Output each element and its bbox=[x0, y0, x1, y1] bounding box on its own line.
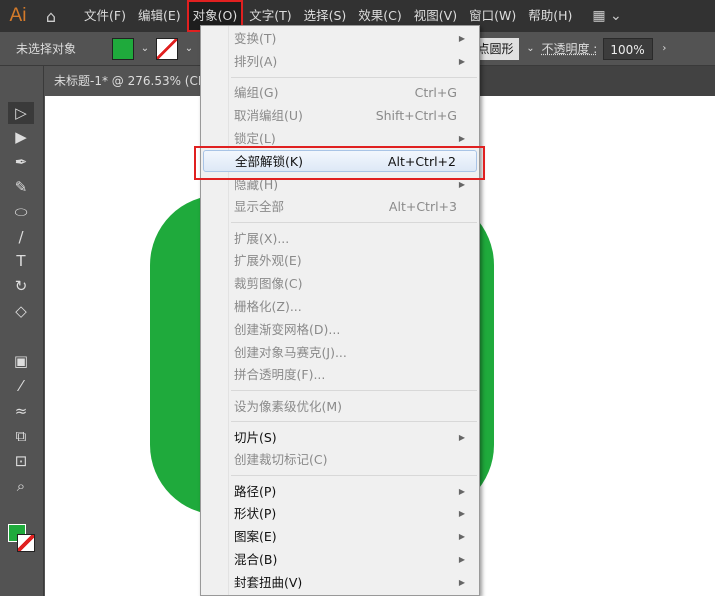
menu-item[interactable]: 取消编组(U) Shift+Ctrl+G bbox=[203, 105, 477, 127]
menu-item[interactable]: 裁剪图像(C) bbox=[203, 273, 477, 295]
menu-item-label: 编组(G) bbox=[234, 85, 279, 100]
menu-edit[interactable]: 编辑(E) bbox=[132, 0, 187, 32]
menu-item-label: 混合(B) bbox=[234, 552, 278, 567]
selection-status: 未选择对象 bbox=[16, 42, 77, 56]
zoom-tool-icon[interactable]: ⌕ bbox=[8, 475, 34, 497]
selection-tool-icon[interactable]: ▷ bbox=[8, 102, 34, 124]
menu-item[interactable]: 图案(E) ▶ bbox=[203, 526, 477, 548]
menu-item[interactable]: 扩展外观(E) bbox=[203, 250, 477, 272]
menu-item[interactable]: 形状(P) ▶ bbox=[203, 503, 477, 525]
menu-separator bbox=[231, 222, 477, 223]
chevron-down-icon[interactable]: ⌄ bbox=[523, 43, 537, 54]
submenu-arrow-icon: ▶ bbox=[458, 555, 465, 564]
menu-item[interactable]: 创建对象马赛克(J)... bbox=[203, 342, 477, 364]
type-tool-icon[interactable]: T bbox=[8, 250, 34, 272]
paintbrush-tool-icon[interactable]: / bbox=[8, 226, 34, 248]
submenu-arrow-icon: ▶ bbox=[458, 34, 465, 43]
app-logo: Ai bbox=[9, 5, 27, 26]
menu-item[interactable]: 切片(S) ▶ bbox=[203, 427, 477, 449]
menu-separator bbox=[231, 421, 477, 422]
menu-item[interactable]: 封套扭曲(V) ▶ bbox=[203, 572, 477, 594]
menu-item-label: 创建渐变网格(D)... bbox=[234, 322, 341, 337]
menu-item-label: 拼合透明度(F)... bbox=[234, 367, 326, 382]
menu-item[interactable]: 创建裁切标记(C) bbox=[203, 449, 477, 471]
fill-swatch[interactable] bbox=[112, 37, 134, 60]
menu-item-label: 封套扭曲(V) bbox=[234, 575, 303, 590]
menu-item-label: 切片(S) bbox=[234, 430, 277, 445]
menu-item-label: 扩展外观(E) bbox=[234, 253, 302, 268]
workspace-switcher-icon[interactable]: ▦ ⌄ bbox=[592, 8, 621, 24]
eyedropper-tool-icon[interactable]: ⁄ bbox=[8, 375, 34, 397]
menu-help[interactable]: 帮助(H) bbox=[522, 0, 578, 32]
ellipse-tool-icon[interactable]: ⬭ bbox=[8, 201, 34, 223]
menu-item[interactable]: 路径(P) ▶ bbox=[203, 481, 477, 503]
menu-item[interactable]: 栅格化(Z)... bbox=[203, 296, 477, 318]
artboard-tool-icon[interactable]: ⊡ bbox=[8, 450, 34, 472]
menu-item[interactable]: 编组(G) Ctrl+G bbox=[203, 82, 477, 104]
menu-item-shortcut: Alt+Ctrl+3 bbox=[388, 199, 457, 214]
gradient-tool-icon[interactable]: ▣ bbox=[8, 350, 34, 372]
menu-item[interactable]: 显示全部 Alt+Ctrl+3 bbox=[203, 196, 477, 218]
opacity-input[interactable]: 100% bbox=[603, 37, 654, 60]
submenu-arrow-icon: ▶ bbox=[458, 57, 465, 66]
menu-item[interactable]: 扩展(X)... bbox=[203, 228, 477, 250]
menu-item-label: 扩展(X)... bbox=[234, 231, 290, 246]
menu-file[interactable]: 文件(F) bbox=[78, 0, 132, 32]
menu-separator bbox=[231, 475, 477, 476]
menu-item-label: 设为像素级优化(M) bbox=[234, 399, 343, 414]
highlight-annotation-box bbox=[194, 146, 485, 180]
menu-item-label: 栅格化(Z)... bbox=[234, 299, 302, 314]
menu-item-label: 变换(T) bbox=[234, 31, 277, 46]
submenu-arrow-icon: ▶ bbox=[458, 578, 465, 587]
blend-tool-icon[interactable]: ≈ bbox=[8, 400, 34, 422]
curvature-tool-icon[interactable]: ✎ bbox=[8, 176, 34, 198]
rotate-tool-icon[interactable]: ↻ bbox=[8, 275, 34, 297]
menu-item-label: 显示全部 bbox=[234, 199, 285, 214]
stroke-color-icon[interactable] bbox=[17, 534, 35, 552]
menu-item-shortcut: Ctrl+G bbox=[414, 85, 457, 100]
object-menu-dropdown: 变换(T) ▶ 排列(A) ▶ 编组(G) Ctrl+G 取消编组(U) Shift+Ctrl… bbox=[200, 25, 480, 596]
chevron-right-icon[interactable]: › bbox=[657, 43, 671, 54]
menu-item-shortcut: Shift+Ctrl+G bbox=[375, 108, 457, 123]
chevron-down-icon[interactable]: ⌄ bbox=[138, 43, 152, 54]
menu-item[interactable]: 变换(T) ▶ bbox=[203, 28, 477, 50]
menu-item[interactable]: 设为像素级优化(M) bbox=[203, 396, 477, 418]
menu-item-label: 创建裁切标记(C) bbox=[234, 452, 328, 467]
stroke-swatch[interactable] bbox=[156, 37, 178, 60]
shape-builder-tool-icon[interactable]: ⧉ bbox=[8, 425, 34, 447]
opacity-label[interactable]: 不透明度 : bbox=[541, 40, 597, 57]
chevron-down-icon[interactable]: ⌄ bbox=[182, 43, 196, 54]
tools-panel: ▷ ▶ ✒ ✎ ⬭ / T ↻ ◇ ▣ ⁄ ≈ ⧉ ⊡ ⌕ bbox=[0, 66, 44, 596]
menu-item-label: 创建对象马赛克(J)... bbox=[234, 345, 347, 360]
menu-separator bbox=[231, 390, 477, 391]
menu-item-label: 排列(A) bbox=[234, 54, 278, 69]
menu-item[interactable]: 创建渐变网格(D)... bbox=[203, 319, 477, 341]
menu-item-label: 裁剪图像(C) bbox=[234, 276, 303, 291]
menu-item[interactable]: 混合(B) ▶ bbox=[203, 549, 477, 571]
home-icon[interactable]: ⌂ bbox=[36, 7, 66, 26]
pen-tool-icon[interactable]: ✒ bbox=[8, 151, 34, 173]
menu-item-label: 取消编组(U) bbox=[234, 108, 303, 123]
submenu-arrow-icon: ▶ bbox=[458, 433, 465, 442]
direct-selection-tool-icon[interactable]: ▶ bbox=[8, 126, 34, 148]
menu-item-label: 路径(P) bbox=[234, 484, 277, 499]
menu-item-label: 形状(P) bbox=[234, 506, 277, 521]
menu-item-label: 锁定(L) bbox=[234, 131, 276, 146]
menu-item[interactable]: 排列(A) ▶ bbox=[203, 51, 477, 73]
eraser-tool-icon[interactable]: ◇ bbox=[8, 300, 34, 322]
submenu-arrow-icon: ▶ bbox=[458, 532, 465, 541]
submenu-arrow-icon: ▶ bbox=[458, 509, 465, 518]
menu-item[interactable]: 拼合透明度(F)... bbox=[203, 364, 477, 386]
menu-item-label: 图案(E) bbox=[234, 529, 277, 544]
submenu-arrow-icon: ▶ bbox=[458, 487, 465, 496]
menu-separator bbox=[231, 77, 477, 78]
